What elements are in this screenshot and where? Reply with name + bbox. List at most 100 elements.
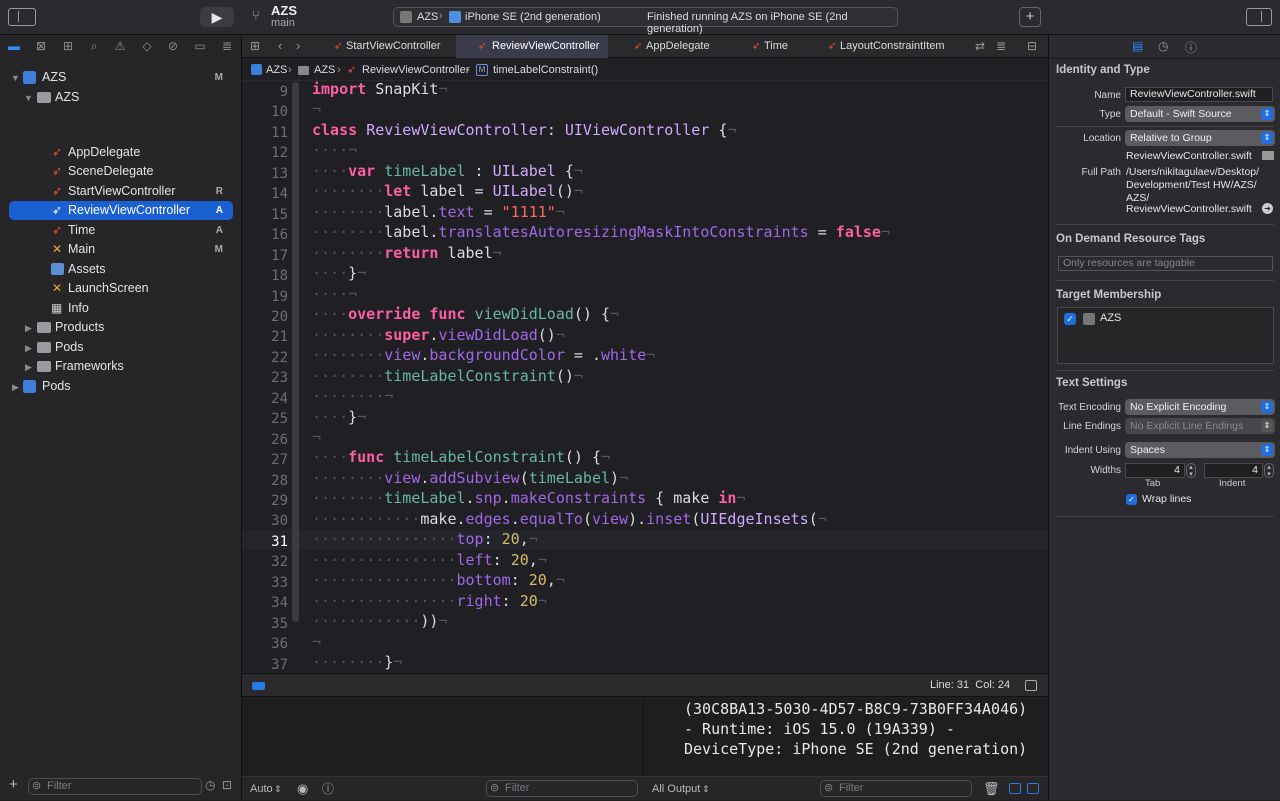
debug-toggle-icon[interactable] xyxy=(252,682,265,690)
line-number[interactable]: 24 xyxy=(242,389,288,409)
line-number[interactable]: 36 xyxy=(242,634,288,654)
reveal-arrow-icon[interactable]: ➜ xyxy=(1262,203,1273,214)
line-number[interactable]: 26 xyxy=(242,430,288,450)
tree-item-project[interactable]: AZS M xyxy=(9,68,233,87)
line-number[interactable]: 21 xyxy=(242,327,288,347)
trash-icon[interactable]: 🗑 xyxy=(983,777,1000,801)
line-number[interactable]: 30 xyxy=(242,511,288,531)
back-icon[interactable]: ‹ xyxy=(278,38,282,53)
tree-item-file[interactable]: ➶ StartViewController R xyxy=(9,182,233,201)
tab-start-view-controller[interactable]: ➶ StartViewController xyxy=(324,35,456,58)
source-filter-icon[interactable]: ⊡ xyxy=(222,778,232,792)
auto-popup[interactable]: Auto xyxy=(250,777,273,801)
line-number[interactable]: 35 xyxy=(242,614,288,634)
variables-filter-input[interactable]: ⊜ Filter xyxy=(486,780,638,797)
tree-item-group[interactable]: Pods xyxy=(9,338,233,357)
run-button[interactable]: ▶ xyxy=(200,7,234,27)
line-number[interactable]: 33 xyxy=(242,573,288,593)
test-icon[interactable]: ◇ xyxy=(137,39,157,57)
line-number[interactable]: 29 xyxy=(242,491,288,511)
sidebar-toggle-button[interactable] xyxy=(8,8,36,26)
debug-icon[interactable]: ⊘ xyxy=(163,39,183,57)
tab-review-view-controller[interactable]: ➶ ReviewViewController xyxy=(456,35,608,58)
tree-item-file[interactable]: ▦ Info xyxy=(9,299,233,318)
tree-item-file[interactable]: ➶ SceneDelegate xyxy=(9,162,233,181)
line-number[interactable]: 32 xyxy=(242,552,288,572)
help-icon[interactable]: ⓘ xyxy=(1185,39,1197,56)
report-icon[interactable]: ≣ xyxy=(217,39,237,57)
add-file-icon[interactable]: + xyxy=(9,776,18,793)
tab-time[interactable]: ➶ Time xyxy=(742,35,810,58)
forward-icon[interactable]: › xyxy=(296,38,300,53)
line-number[interactable]: 34 xyxy=(242,593,288,613)
info-icon[interactable]: ⓘ xyxy=(322,777,334,801)
line-number[interactable]: 16 xyxy=(242,225,288,245)
editor-options-icon[interactable]: ≣ xyxy=(996,39,1006,53)
editor-grid-icon[interactable]: ⊞ xyxy=(250,39,260,53)
line-number[interactable]: 19 xyxy=(242,287,288,307)
target-checkbox[interactable]: ✓ xyxy=(1064,313,1076,325)
show-console-icon[interactable] xyxy=(1027,783,1039,794)
indent-using-popup[interactable]: Spaces ⇕ xyxy=(1125,442,1275,458)
tree-item-file[interactable]: ✕ Main M xyxy=(9,240,233,259)
line-number[interactable]: 23 xyxy=(242,368,288,388)
line-number[interactable]: 10 xyxy=(242,102,288,122)
line-endings-popup[interactable]: No Explicit Line Endings ⇕ xyxy=(1125,418,1275,434)
search-icon[interactable]: ⌕ xyxy=(84,39,104,57)
inspector-toggle-button[interactable] xyxy=(1246,8,1272,26)
breakpoint-icon[interactable]: ▭ xyxy=(190,39,210,57)
hide-debug-icon[interactable] xyxy=(1025,680,1037,691)
wrap-lines-checkbox[interactable]: ✓ xyxy=(1126,494,1137,505)
line-number[interactable]: 27 xyxy=(242,450,288,470)
indent-width-stepper[interactable]: ▴ ▾ xyxy=(1264,463,1274,478)
tab-layout-constraint-item[interactable]: ➶ LayoutConstraintItem xyxy=(818,35,968,58)
tree-item-group[interactable]: Products xyxy=(9,318,233,337)
recent-files-icon[interactable]: ◷ xyxy=(205,778,215,792)
breadcrumb-item[interactable]: AZS xyxy=(266,59,287,81)
eye-icon[interactable]: ◉ xyxy=(297,777,308,801)
line-number[interactable]: 11 xyxy=(242,123,288,143)
tree-item-file[interactable]: ➶ Time A xyxy=(9,221,233,240)
folder-icon[interactable]: ▬ xyxy=(4,39,24,57)
encoding-popup[interactable]: No Explicit Encoding ⇕ xyxy=(1125,399,1275,415)
line-number[interactable]: 13 xyxy=(242,164,288,184)
tree-item-group[interactable]: AZS xyxy=(9,88,233,107)
indent-width-field[interactable]: 4 xyxy=(1204,463,1263,478)
breadcrumb-item[interactable]: timeLabelConstraint() xyxy=(493,59,598,81)
line-number[interactable]: 28 xyxy=(242,471,288,491)
hierarchy-icon[interactable]: ⊞ xyxy=(58,39,78,57)
split-editor-icon[interactable]: ⊟ xyxy=(1027,39,1037,53)
history-icon[interactable]: ◷ xyxy=(1158,39,1168,53)
code-area[interactable]: 9 10 11 12 13 14 15 16 17 18 19 20 21 22 23 24 25 26 27 28 2… xyxy=(242,80,1048,675)
folder-icon[interactable] xyxy=(1262,151,1274,160)
tree-item-file[interactable]: ➶ AppDelegate xyxy=(9,143,233,162)
line-number[interactable]: 18 xyxy=(242,266,288,286)
tab-width-stepper[interactable]: ▴ ▾ xyxy=(1186,463,1196,478)
refresh-icon[interactable]: ⇄ xyxy=(975,39,985,53)
name-field[interactable]: ReviewViewController.swift xyxy=(1125,87,1273,102)
warning-icon[interactable]: ⚠ xyxy=(110,39,130,57)
line-number[interactable]: 15 xyxy=(242,205,288,225)
line-number[interactable]: 37 xyxy=(242,655,288,675)
location-popup[interactable]: Relative to Group ⇕ xyxy=(1125,130,1275,146)
device-selector[interactable]: iPhone SE (2nd generation) xyxy=(465,11,601,23)
file-icon[interactable]: ▤ xyxy=(1132,39,1143,53)
line-number[interactable]: 31 xyxy=(242,532,288,552)
odr-tags-field[interactable]: Only resources are taggable xyxy=(1058,256,1273,271)
tab-width-field[interactable]: 4 xyxy=(1125,463,1185,478)
tree-item-project[interactable]: Pods xyxy=(9,377,233,396)
line-number[interactable]: 12 xyxy=(242,143,288,163)
line-number[interactable]: 25 xyxy=(242,409,288,429)
breadcrumb-item[interactable]: ReviewViewController xyxy=(362,59,469,81)
tab-app-delegate[interactable]: ➶ AppDelegate xyxy=(624,35,730,58)
line-number[interactable]: 14 xyxy=(242,184,288,204)
add-button[interactable]: + xyxy=(1019,7,1041,27)
scheme-selector[interactable]: AZS xyxy=(417,11,438,23)
breadcrumb-item[interactable]: AZS xyxy=(314,59,335,81)
navigator-filter-input[interactable]: ⊜ Filter xyxy=(28,778,202,795)
source-control-icon[interactable]: ⊠ xyxy=(31,39,51,57)
type-popup[interactable]: Default - Swift Source ⇕ xyxy=(1125,106,1275,122)
console-filter-input[interactable]: ⊜ Filter xyxy=(820,780,972,797)
line-number[interactable]: 22 xyxy=(242,348,288,368)
output-popup[interactable]: All Output xyxy=(652,777,700,801)
